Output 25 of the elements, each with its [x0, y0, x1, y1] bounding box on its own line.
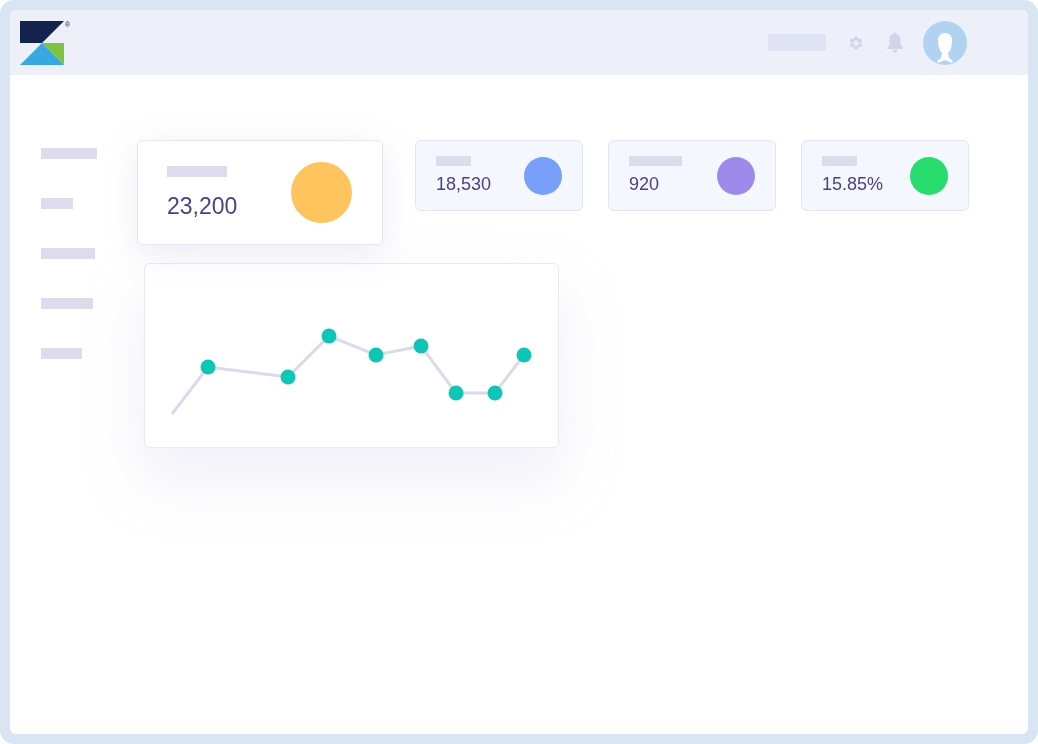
avatar-icon[interactable] — [923, 20, 967, 65]
placeholder-bar — [822, 156, 857, 166]
stat-value: 15.85% — [822, 174, 884, 195]
bell-icon[interactable] — [885, 31, 905, 54]
stat-value: 920 — [629, 174, 661, 195]
chart-point — [200, 359, 216, 375]
chart-point — [280, 369, 296, 385]
placeholder-bar — [167, 165, 227, 177]
chart-point — [413, 338, 429, 354]
sidebar-placeholder-bar[interactable] — [41, 198, 73, 209]
chart-point — [487, 385, 503, 401]
chart-point — [516, 347, 532, 363]
stat-value: 23,200 — [167, 192, 238, 220]
chart-point — [448, 385, 464, 401]
placeholder-bar — [436, 156, 471, 166]
logo-icon — [20, 20, 65, 65]
stat-value: 18,530 — [436, 174, 492, 195]
placeholder-bar — [629, 156, 682, 166]
sidebar-placeholder-bar[interactable] — [41, 148, 97, 159]
chart-point — [321, 328, 337, 344]
sidebar-placeholder-bar[interactable] — [41, 298, 93, 309]
settings-icon[interactable] — [847, 33, 865, 52]
sidebar-placeholder-bar[interactable] — [41, 348, 82, 359]
sidebar-placeholder-bar[interactable] — [41, 248, 95, 259]
chart-point — [368, 347, 384, 363]
